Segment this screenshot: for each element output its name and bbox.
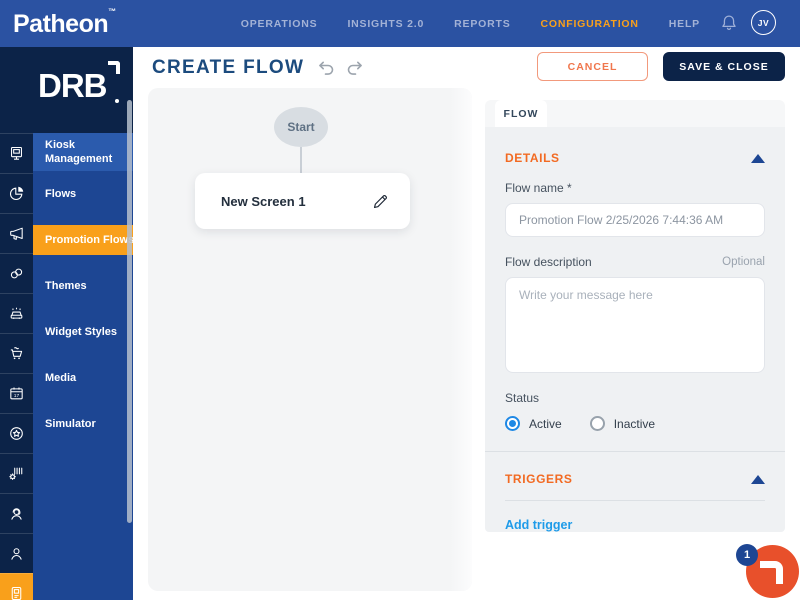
start-node[interactable]: Start (274, 107, 328, 147)
flow-description-textarea[interactable] (505, 277, 765, 373)
flow-name-input[interactable] (505, 203, 765, 237)
kiosk-screen-icon (11, 586, 22, 600)
details-section-header: DETAILS (505, 151, 765, 165)
shopping-cart-icon (10, 347, 23, 360)
drb-logo: DRB (38, 67, 107, 104)
sidebar-submenu: Kiosk Management Flows Promotion Flows T… (33, 133, 134, 447)
link-icon (10, 268, 23, 279)
optional-label: Optional (722, 256, 765, 268)
screen-node-card[interactable]: New Screen 1 (195, 173, 410, 229)
rail-item-car-wash[interactable] (0, 293, 33, 333)
trademark-symbol: ™ (108, 7, 117, 16)
barcode-settings-icon (9, 467, 23, 480)
node-connector-line (300, 147, 302, 173)
sidebar-item-simulator[interactable]: Simulator (33, 401, 133, 447)
top-navigation-bar: Patheon™ OPERATIONS INSIGHTS 2.0 REPORTS… (0, 0, 800, 47)
car-wash-icon (10, 307, 23, 319)
undo-icon[interactable] (316, 59, 336, 81)
calendar-icon: 17 (10, 387, 23, 400)
sidebar-item-media[interactable]: Media (33, 355, 133, 401)
status-option-inactive[interactable]: Inactive (589, 416, 656, 431)
main-content: CREATE FLOW CANCEL SAVE & CLOSE Start Ne… (133, 47, 800, 600)
flow-canvas[interactable]: Start New Screen 1 (148, 88, 472, 591)
drb-bracket-mark (107, 61, 120, 74)
sidebar-icon-rail: 17 (0, 133, 33, 600)
rail-item-kiosk[interactable] (0, 133, 33, 173)
notifications-bell-icon[interactable] (718, 12, 740, 34)
top-nav-menu: OPERATIONS INSIGHTS 2.0 REPORTS CONFIGUR… (241, 0, 700, 47)
nav-item-configuration[interactable]: CONFIGURATION (541, 18, 639, 30)
sidebar-item-promotion-flows[interactable]: Promotion Flows (33, 225, 134, 255)
nav-item-help[interactable]: HELP (669, 18, 700, 30)
screen-node-title: New Screen 1 (221, 193, 306, 209)
rail-item-commerce[interactable] (0, 333, 33, 373)
triggers-heading: TRIGGERS (505, 472, 573, 486)
rail-item-promotions[interactable] (0, 213, 33, 253)
add-trigger-link[interactable]: Add trigger (505, 518, 572, 532)
triggers-divider (505, 500, 765, 501)
patheon-logo: Patheon™ (13, 7, 117, 38)
cancel-button[interactable]: CANCEL (537, 52, 648, 81)
sidebar-item-widget-styles[interactable]: Widget Styles (33, 309, 133, 355)
sidebar-item-themes[interactable]: Themes (33, 263, 133, 309)
rail-item-links[interactable] (0, 253, 33, 293)
rail-item-schedule[interactable]: 17 (0, 373, 33, 413)
sidebar: DRB 17 Kiosk Management Flows Promotion … (0, 47, 134, 600)
nav-item-insights[interactable]: INSIGHTS 2.0 (347, 18, 424, 30)
nav-item-operations[interactable]: OPERATIONS (241, 18, 318, 30)
section-divider (485, 451, 785, 452)
flow-name-label: Flow name * (505, 181, 572, 195)
radio-active-selected[interactable] (505, 416, 520, 431)
drb-logo-block: DRB (0, 47, 133, 133)
svg-text:17: 17 (14, 393, 20, 399)
rail-item-kiosk-screens[interactable] (0, 573, 33, 600)
person-icon (11, 548, 22, 560)
panel-body: DETAILS Flow name * Flow description Opt… (485, 127, 785, 532)
description-label-row: Flow description Optional (505, 255, 765, 269)
details-heading: DETAILS (505, 151, 560, 165)
tab-flow[interactable]: FLOW (495, 100, 547, 127)
collapse-triggers-icon[interactable] (751, 474, 765, 484)
pie-chart-icon (10, 186, 24, 200)
megaphone-icon (10, 227, 23, 240)
app-window: Patheon™ OPERATIONS INSIGHTS 2.0 REPORTS… (0, 0, 800, 600)
radio-inactive-unselected[interactable] (589, 416, 605, 431)
status-radio-group: Active Inactive (505, 416, 765, 431)
nav-item-reports[interactable]: REPORTS (454, 18, 510, 30)
rail-item-loyalty[interactable] (0, 413, 33, 453)
flow-description-label: Flow description (505, 255, 592, 269)
chat-notification-badge[interactable]: 1 (736, 544, 758, 566)
status-label: Status (505, 391, 540, 405)
rail-item-customers[interactable] (0, 533, 33, 573)
rail-item-support[interactable] (0, 493, 33, 533)
star-badge-icon (10, 427, 23, 440)
radio-inactive-label: Inactive (613, 416, 656, 431)
rail-item-flows[interactable] (0, 173, 33, 213)
sidebar-scrollbar[interactable] (127, 100, 132, 523)
flow-properties-panel: FLOW DETAILS Flow name * Flow descriptio… (485, 100, 785, 532)
save-and-close-button[interactable]: SAVE & CLOSE (663, 52, 785, 81)
rail-item-products[interactable] (0, 453, 33, 493)
page-title: CREATE FLOW (152, 57, 305, 78)
page-header: CREATE FLOW CANCEL SAVE & CLOSE (133, 47, 800, 88)
redo-icon[interactable] (345, 59, 365, 81)
user-avatar[interactable]: JV (751, 10, 776, 35)
collapse-details-icon[interactable] (751, 153, 765, 163)
radio-active-label: Active (529, 416, 562, 431)
support-agent-icon (11, 508, 22, 520)
edit-pencil-icon[interactable] (371, 192, 390, 211)
sidebar-item-flows[interactable]: Flows (33, 171, 133, 217)
sidebar-item-kiosk-management[interactable]: Kiosk Management (33, 133, 133, 171)
status-option-active[interactable]: Active (505, 416, 562, 431)
kiosk-icon (11, 146, 22, 160)
drb-chat-bracket-icon (760, 561, 783, 584)
triggers-section-header: TRIGGERS (505, 472, 765, 486)
drb-registered-dot (114, 99, 119, 103)
panel-tab-bar: FLOW (485, 100, 785, 127)
